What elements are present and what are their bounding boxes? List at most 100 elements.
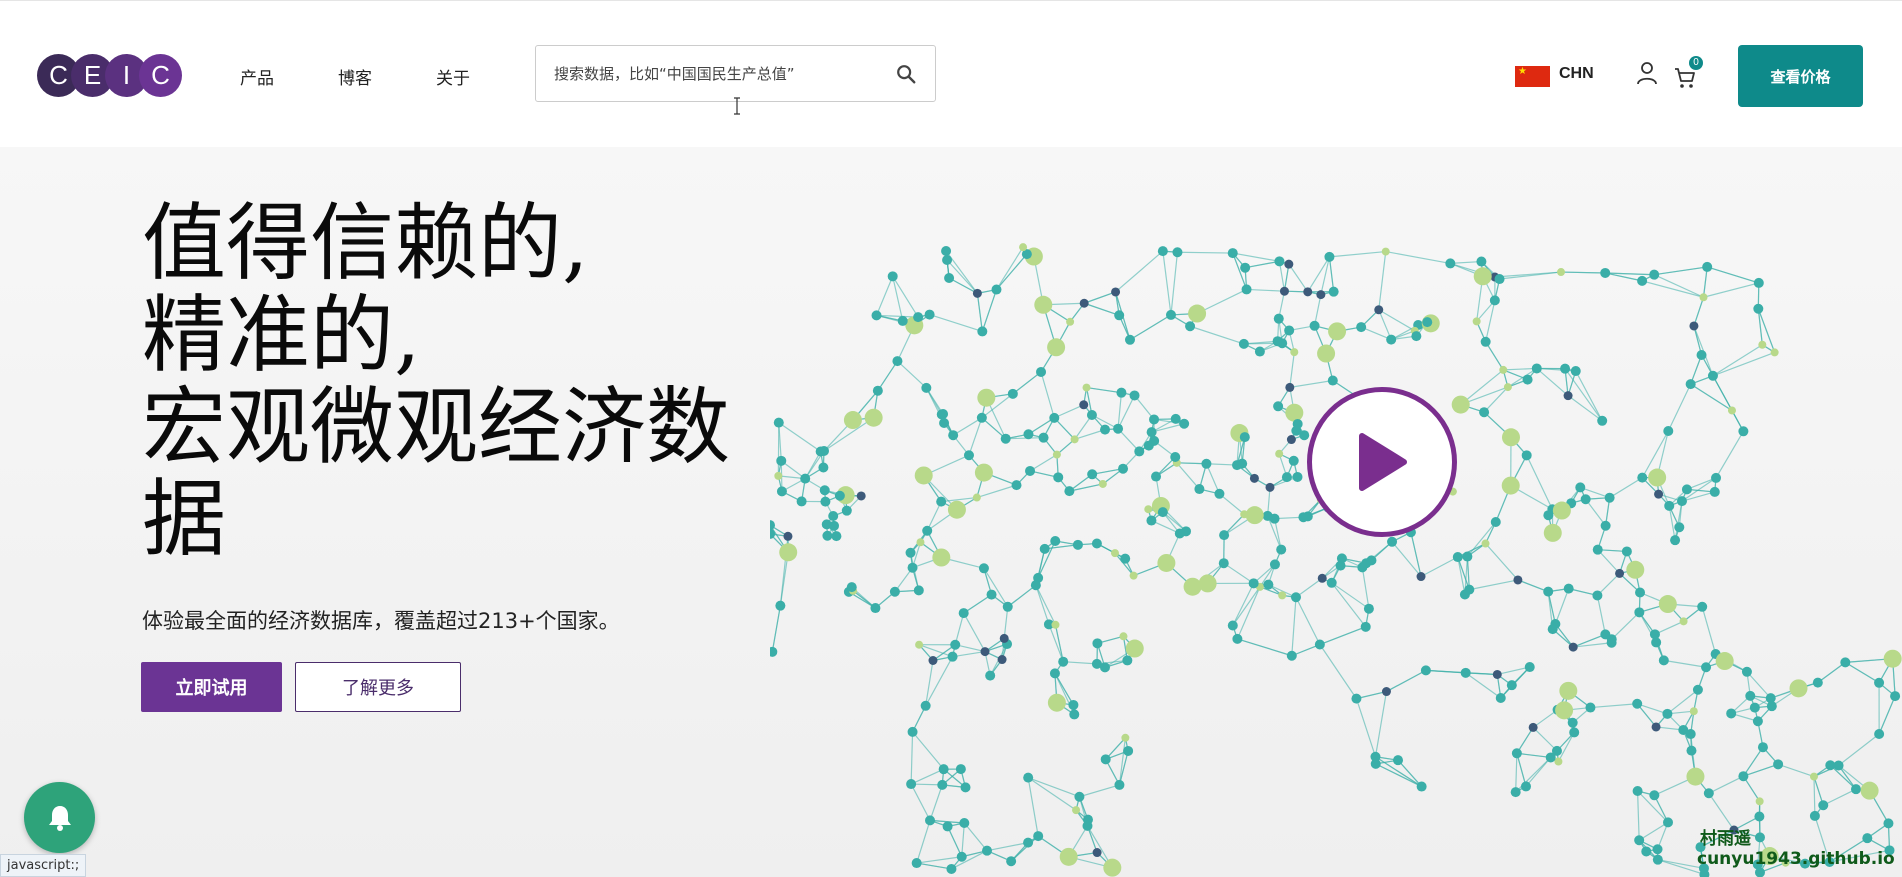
network-edge bbox=[1246, 288, 1285, 292]
network-edge bbox=[1822, 788, 1857, 806]
network-edge bbox=[1516, 753, 1527, 787]
network-node bbox=[1157, 507, 1168, 518]
user-icon[interactable] bbox=[1636, 61, 1658, 85]
play-video-button[interactable] bbox=[1307, 387, 1457, 537]
network-edge bbox=[1289, 379, 1333, 388]
network-node bbox=[977, 326, 988, 337]
network-node bbox=[1120, 553, 1131, 564]
network-node bbox=[1030, 580, 1041, 591]
network-node bbox=[1702, 261, 1713, 272]
network-edge bbox=[996, 253, 1028, 290]
view-pricing-button[interactable]: 查看价格 bbox=[1738, 45, 1863, 107]
network-node bbox=[1265, 482, 1275, 492]
network-node bbox=[1248, 578, 1259, 589]
network-node bbox=[1232, 633, 1243, 644]
network-node bbox=[972, 288, 982, 298]
network-node bbox=[1738, 771, 1749, 782]
learn-more-button[interactable]: 了解更多 bbox=[295, 662, 461, 712]
network-node bbox=[1678, 724, 1689, 735]
search-icon[interactable] bbox=[895, 63, 917, 85]
hero-title-line: 精准的, bbox=[142, 286, 421, 384]
network-node bbox=[1281, 472, 1292, 483]
search-input[interactable] bbox=[554, 60, 884, 88]
network-node bbox=[1100, 424, 1111, 435]
network-node bbox=[1699, 293, 1708, 302]
network-node bbox=[1381, 247, 1390, 256]
network-node bbox=[948, 430, 959, 441]
network-node bbox=[1245, 506, 1264, 525]
network-node bbox=[1663, 817, 1674, 828]
watermark-url: cunyu1943.github.io bbox=[1697, 849, 1895, 869]
free-trial-button[interactable]: 立即试用 bbox=[141, 662, 282, 712]
nav-products[interactable]: 产品 bbox=[240, 64, 274, 89]
nav-blog[interactable]: 博客 bbox=[338, 64, 372, 89]
network-node bbox=[1082, 383, 1091, 392]
network-node bbox=[796, 496, 807, 507]
site-header: C E I C 产品 博客 关于 ★ CHN 0 查看价格 bbox=[0, 0, 1902, 147]
network-node bbox=[1416, 572, 1426, 582]
cart-icon[interactable] bbox=[1674, 67, 1696, 89]
network-node bbox=[1118, 463, 1129, 474]
network-node bbox=[1649, 269, 1660, 280]
network-node bbox=[1860, 781, 1879, 800]
network-node bbox=[1726, 708, 1737, 719]
network-edge bbox=[1232, 252, 1280, 262]
network-node bbox=[1568, 642, 1578, 652]
network-node bbox=[1114, 310, 1125, 321]
hero-subtitle: 体验最全面的经济数据库，覆盖超过213+个国家。 bbox=[142, 609, 620, 633]
network-node bbox=[1219, 530, 1230, 541]
network-edge bbox=[1385, 250, 1451, 264]
network-node bbox=[1374, 305, 1384, 315]
network-edge bbox=[1331, 582, 1367, 628]
network-node bbox=[1303, 287, 1313, 297]
network-node bbox=[905, 547, 916, 558]
watermark-name: 村雨遥 bbox=[1700, 829, 1751, 849]
network-edge bbox=[1361, 567, 1370, 609]
flag-china-icon[interactable]: ★ bbox=[1515, 66, 1550, 87]
network-node bbox=[1254, 346, 1265, 357]
network-node bbox=[1634, 607, 1645, 618]
network-node bbox=[1818, 800, 1829, 811]
network-edge bbox=[1525, 757, 1552, 787]
network-node bbox=[972, 493, 981, 502]
network-node bbox=[800, 473, 811, 484]
network-node bbox=[1165, 309, 1176, 320]
network-node bbox=[1007, 388, 1018, 399]
network-edge bbox=[1162, 251, 1172, 315]
notification-button[interactable] bbox=[24, 782, 95, 853]
network-edge bbox=[995, 246, 1024, 290]
network-node bbox=[1559, 681, 1578, 700]
network-node bbox=[815, 446, 826, 457]
network-node bbox=[1276, 544, 1287, 555]
country-code[interactable]: CHN bbox=[1559, 65, 1594, 83]
network-edge bbox=[1289, 352, 1295, 388]
network-node bbox=[1809, 772, 1818, 781]
network-node bbox=[828, 511, 839, 522]
network-node bbox=[1047, 693, 1066, 712]
network-edge bbox=[1667, 383, 1692, 432]
network-node bbox=[1789, 679, 1808, 698]
network-node bbox=[939, 417, 950, 428]
network-node bbox=[1328, 286, 1339, 297]
network-node bbox=[1146, 427, 1157, 438]
network-node bbox=[1328, 322, 1347, 341]
network-node bbox=[1240, 510, 1249, 519]
network-node bbox=[1113, 423, 1124, 434]
nav-about[interactable]: 关于 bbox=[436, 64, 470, 89]
network-node bbox=[1753, 277, 1764, 288]
network-node bbox=[1499, 365, 1508, 374]
network-node bbox=[1626, 560, 1645, 579]
network-node bbox=[1809, 810, 1820, 821]
network-node bbox=[1411, 331, 1422, 342]
network-node bbox=[1100, 754, 1111, 765]
network-node bbox=[1023, 772, 1034, 783]
network-node bbox=[1092, 638, 1103, 649]
network-node bbox=[1123, 745, 1134, 756]
network-node bbox=[958, 608, 969, 619]
network-node bbox=[1387, 536, 1398, 547]
network-node bbox=[1689, 321, 1699, 331]
network-edge bbox=[981, 289, 998, 332]
network-node bbox=[1119, 632, 1128, 641]
network-node bbox=[1049, 668, 1060, 679]
ceic-logo[interactable]: C E I C bbox=[37, 54, 182, 97]
